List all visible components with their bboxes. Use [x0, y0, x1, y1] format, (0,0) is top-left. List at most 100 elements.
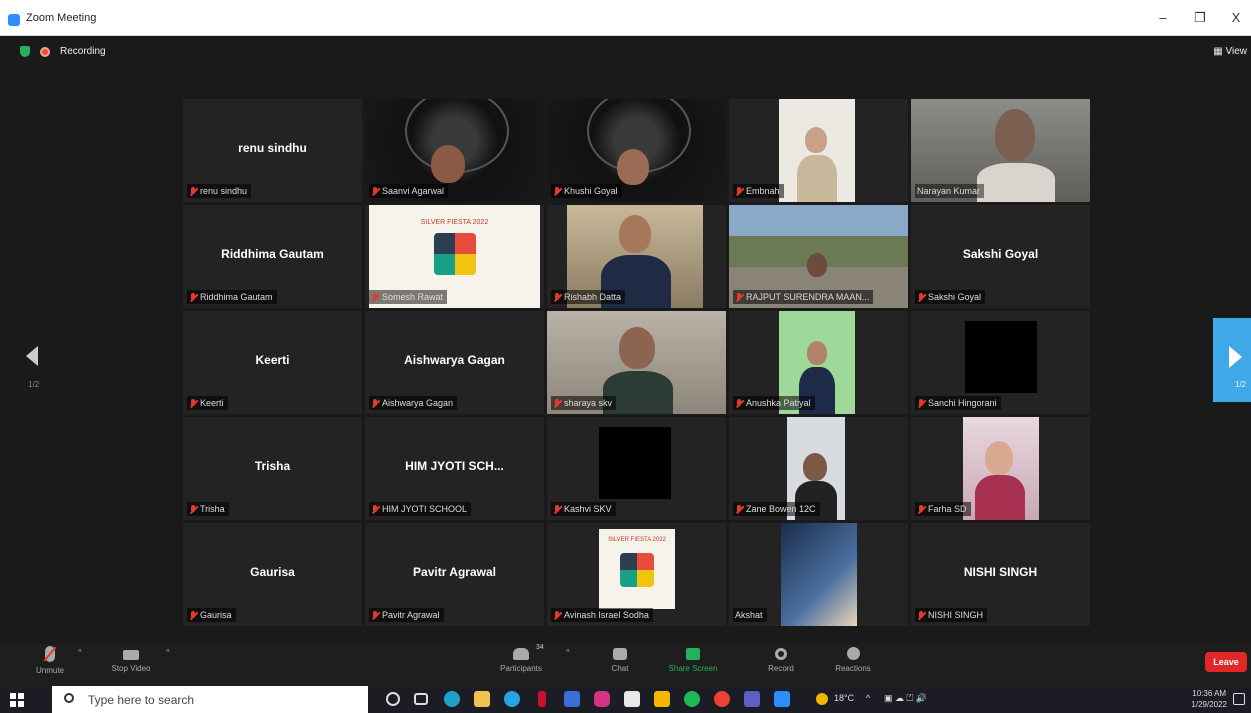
- participant-tile[interactable]: SILVER FIESTA 2022 Somesh Rawat: [365, 205, 544, 308]
- taskbar-search-input[interactable]: Type here to search: [52, 686, 368, 713]
- share-screen-button[interactable]: Share Screen: [662, 646, 724, 673]
- participant-name: Keerti: [200, 398, 224, 408]
- poster-art: [433, 233, 476, 275]
- view-label: View: [1225, 46, 1248, 57]
- video-feed: [599, 427, 671, 499]
- task-view-icon[interactable]: [414, 693, 428, 705]
- meeting-status: Recording: [20, 46, 106, 57]
- participant-tile[interactable]: Farha SD: [911, 417, 1090, 520]
- leave-button[interactable]: Leave: [1205, 652, 1247, 672]
- previous-page-button[interactable]: 1/2: [26, 346, 39, 389]
- poster-title: SILVER FIESTA 2022: [608, 537, 666, 543]
- participant-tile[interactable]: renu sindhu renu sindhu: [183, 99, 362, 202]
- edge-browser-icon[interactable]: [444, 691, 460, 707]
- participant-tile[interactable]: Saanvi Agarwal: [365, 99, 544, 202]
- participant-name: Sanchi Hingorani: [928, 398, 997, 408]
- participant-name: Zane Bowen 12C: [746, 504, 816, 514]
- participants-label: Participants: [500, 664, 542, 673]
- participant-tile[interactable]: Sanchi Hingorani: [911, 311, 1090, 414]
- participant-tile[interactable]: Pavitr Agrawal Pavitr Agrawal: [365, 523, 544, 626]
- participant-tile[interactable]: Rishabh Datta: [547, 205, 726, 308]
- record-icon: [775, 648, 787, 660]
- next-page-button[interactable]: 1/2: [1213, 318, 1251, 402]
- participant-center-name: renu sindhu: [238, 141, 307, 155]
- participant-name: NISHI SINGH: [928, 610, 984, 620]
- participants-options-chevron-icon[interactable]: ^: [566, 648, 570, 657]
- file-explorer-icon[interactable]: [474, 691, 490, 707]
- participant-center-name: Gaurisa: [250, 565, 295, 579]
- participant-tile[interactable]: RAJPUT SURENDRA MAAN...: [729, 205, 908, 308]
- taskbar-clock[interactable]: 10:36 AM 1/29/2022: [1191, 688, 1227, 710]
- mic-muted-icon: [553, 186, 561, 196]
- telegram-icon[interactable]: [504, 691, 520, 707]
- chat-button[interactable]: Chat: [600, 646, 640, 673]
- participant-tile[interactable]: Akshat: [729, 523, 908, 626]
- mic-muted-icon: [917, 292, 925, 302]
- teams-icon[interactable]: [744, 691, 760, 707]
- participant-face: [431, 145, 465, 183]
- sticky-notes-icon[interactable]: [654, 691, 670, 707]
- close-button[interactable]: X: [1221, 10, 1251, 25]
- notifications-icon[interactable]: [1233, 693, 1245, 705]
- system-tray-icons[interactable]: ▣ ☁ ⏍ 🔊: [884, 693, 927, 704]
- recording-label[interactable]: Recording: [60, 46, 106, 57]
- notepad-icon[interactable]: [564, 691, 580, 707]
- mic-muted-icon: [189, 610, 197, 620]
- participant-tile[interactable]: NISHI SINGH NISHI SINGH: [911, 523, 1090, 626]
- meeting-area: Recording ▦ View 1/2 1/2 renu sindhu ren…: [0, 36, 1251, 644]
- participant-tile[interactable]: Keerti Keerti: [183, 311, 362, 414]
- reactions-button[interactable]: Reactions: [826, 646, 880, 673]
- unmute-button[interactable]: Unmute: [28, 646, 72, 675]
- participant-center-name: NISHI SINGH: [963, 565, 1038, 579]
- participant-tile[interactable]: SILVER FIESTA 2022 Avinash Israel Sodha: [547, 523, 726, 626]
- participant-tile[interactable]: sharaya skv: [547, 311, 726, 414]
- participant-name: Anushka Patiyal: [746, 398, 811, 408]
- video-camera-icon: [123, 650, 139, 660]
- windows-start-icon[interactable]: [10, 693, 24, 707]
- participant-body: [977, 163, 1055, 202]
- cortana-icon[interactable]: [386, 692, 400, 706]
- mic-muted-icon: [917, 398, 925, 408]
- stop-video-button[interactable]: Stop Video: [102, 646, 160, 673]
- record-button[interactable]: Record: [756, 646, 806, 673]
- participants-icon: [513, 648, 529, 660]
- participant-tile[interactable]: Kashvi SKV: [547, 417, 726, 520]
- participant-name: Khushi Goyal: [564, 186, 618, 196]
- participant-tile[interactable]: Zane Bowen 12C: [729, 417, 908, 520]
- weather-temperature[interactable]: 18°C: [834, 693, 854, 703]
- participant-tile[interactable]: Embnah: [729, 99, 908, 202]
- zoom-taskbar-icon[interactable]: [774, 691, 790, 707]
- instagram-icon[interactable]: [594, 691, 610, 707]
- participant-tile-active-speaker[interactable]: Narayan Kumar: [911, 99, 1090, 202]
- participant-name: Saanvi Agarwal: [382, 186, 445, 196]
- store-icon[interactable]: [624, 691, 640, 707]
- participant-name: sharaya skv: [564, 398, 613, 408]
- participant-tile[interactable]: Riddhima Gautam Riddhima Gautam: [183, 205, 362, 308]
- poster-title: SILVER FIESTA 2022: [420, 219, 489, 226]
- tray-overflow-chevron-icon[interactable]: ^: [866, 693, 870, 703]
- stop-video-label: Stop Video: [111, 664, 151, 673]
- meeting-controls: Unmute ^ Stop Video ^ Participants 34 ^ …: [0, 644, 1251, 686]
- participant-tile[interactable]: Aishwarya Gagan Aishwarya Gagan: [365, 311, 544, 414]
- participant-name: Narayan Kumar: [917, 186, 981, 196]
- participant-tile[interactable]: HIM JYOTI SCH... HIM JYOTI SCHOOL: [365, 417, 544, 520]
- participant-tile[interactable]: Gaurisa Gaurisa: [183, 523, 362, 626]
- netflix-icon[interactable]: [538, 691, 546, 707]
- security-shield-icon[interactable]: [20, 46, 30, 57]
- audio-options-chevron-icon[interactable]: ^: [78, 648, 82, 657]
- restore-button[interactable]: ❐: [1185, 10, 1215, 26]
- participant-tile[interactable]: Trisha Trisha: [183, 417, 362, 520]
- mic-muted-icon: [735, 398, 743, 408]
- spotify-icon[interactable]: [684, 691, 700, 707]
- minimize-button[interactable]: –: [1148, 10, 1178, 25]
- event-poster: SILVER FIESTA 2022: [599, 529, 675, 609]
- chrome-icon[interactable]: [714, 691, 730, 707]
- arrow-right-icon: [1229, 346, 1242, 368]
- view-button[interactable]: ▦ View: [1213, 46, 1247, 57]
- participant-tile[interactable]: Sakshi Goyal Sakshi Goyal: [911, 205, 1090, 308]
- participant-tile[interactable]: Anushka Patiyal: [729, 311, 908, 414]
- mic-muted-icon: [735, 186, 743, 196]
- participant-name: Trisha: [200, 504, 225, 514]
- participant-tile[interactable]: Khushi Goyal: [547, 99, 726, 202]
- video-options-chevron-icon[interactable]: ^: [166, 648, 170, 657]
